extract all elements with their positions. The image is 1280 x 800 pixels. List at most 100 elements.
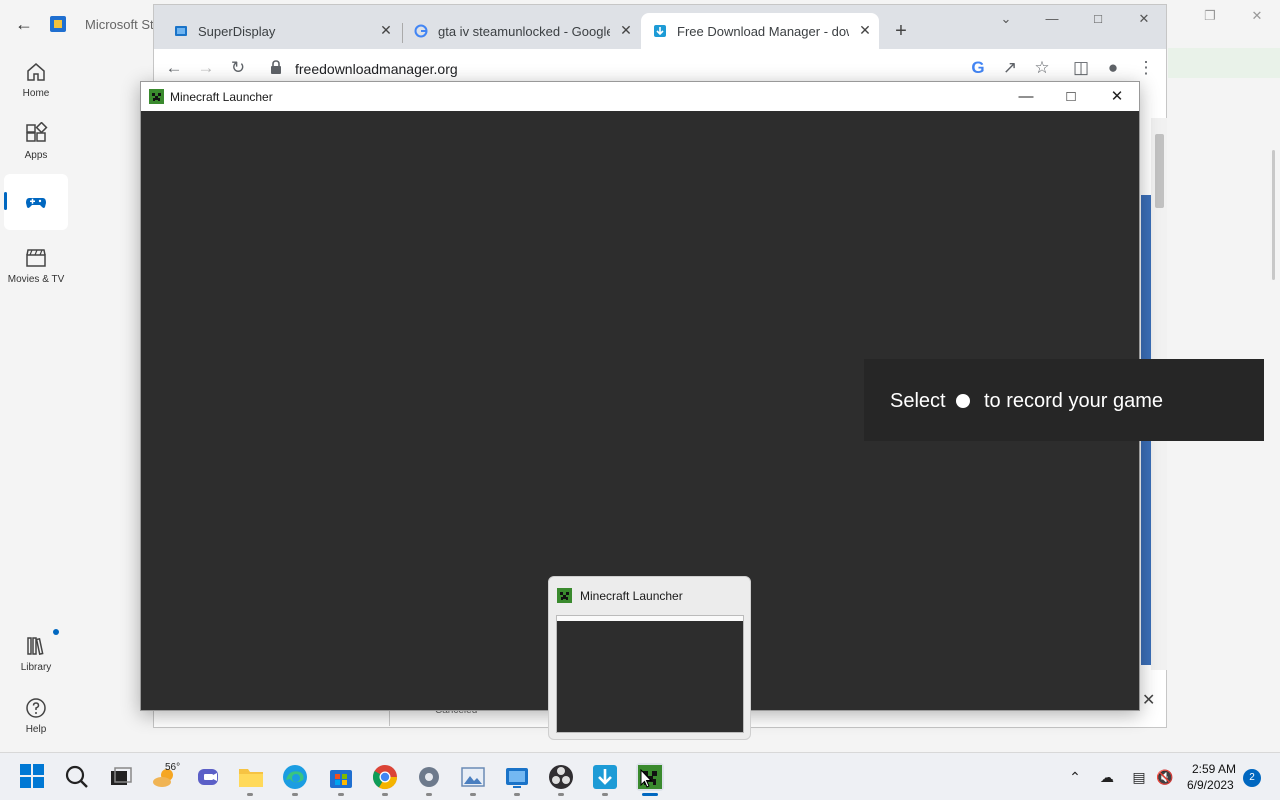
back-arrow-icon[interactable]: ←: [12, 12, 36, 36]
library-icon: [24, 634, 48, 658]
home-icon: [24, 60, 48, 84]
clock-time[interactable]: 2:59 AM: [1192, 762, 1236, 776]
running-indicator: [558, 793, 564, 796]
nav-movies-label: Movies & TV: [7, 274, 65, 285]
file-explorer-icon[interactable]: [237, 763, 265, 791]
minecraft-titlebar: Minecraft Launcher — □ ✕: [141, 82, 1139, 111]
running-indicator: [470, 793, 476, 796]
tab-title: SuperDisplay: [198, 24, 276, 39]
tab-close-icon[interactable]: ✕: [618, 22, 634, 38]
mouse-cursor-icon: [640, 769, 652, 788]
gamepad-icon: [24, 190, 48, 214]
minecraft-icon: [149, 89, 164, 104]
apps-icon: [24, 121, 48, 146]
nav-movies-tv[interactable]: Movies & TV: [4, 240, 68, 298]
nav-library-label: Library: [20, 662, 52, 673]
obs-studio-icon[interactable]: [547, 763, 575, 791]
thumbnail-title: Minecraft Launcher: [580, 589, 683, 603]
forward-arrow-icon[interactable]: →: [194, 56, 218, 80]
superdisplay-icon[interactable]: [503, 763, 531, 791]
clock-date[interactable]: 6/9/2023: [1187, 778, 1234, 792]
page-divider: [389, 710, 390, 726]
scrollbar-thumb[interactable]: [1155, 134, 1164, 208]
fdm-icon: [653, 24, 667, 38]
running-indicator: [292, 793, 298, 796]
task-view-icon[interactable]: [107, 763, 135, 791]
nav-help[interactable]: Help: [4, 690, 68, 748]
chrome-icon[interactable]: [371, 763, 399, 791]
tab-title: Free Download Manager - down: [677, 24, 849, 39]
active-window-indicator: [642, 793, 658, 796]
tab-title: gta iv steamunlocked - Google S: [438, 24, 610, 39]
window-title: Minecraft Launcher: [170, 90, 273, 104]
photos-icon[interactable]: [459, 763, 487, 791]
thumbnail-preview[interactable]: [556, 615, 744, 733]
edge-browser-icon[interactable]: [281, 763, 309, 791]
back-arrow-icon[interactable]: ←: [162, 56, 186, 80]
network-icon[interactable]: ▤: [1130, 768, 1148, 786]
start-windows-icon[interactable]: [19, 763, 47, 791]
close-icon[interactable]: ✕: [1245, 8, 1269, 28]
profile-avatar-icon[interactable]: ●: [1101, 56, 1125, 80]
free-download-manager-icon[interactable]: [591, 763, 619, 791]
reload-icon[interactable]: ↻: [226, 56, 250, 80]
close-icon[interactable]: ✕: [1132, 11, 1156, 31]
restore-icon[interactable]: ❐: [1198, 8, 1222, 28]
minecraft-icon: [557, 588, 572, 603]
clapperboard-icon: [24, 246, 48, 270]
close-icon[interactable]: ✕: [1105, 86, 1129, 108]
record-game-toast: Select to record your game: [864, 359, 1264, 441]
running-indicator: [602, 793, 608, 796]
minimize-icon[interactable]: —: [1014, 86, 1038, 108]
weather-temperature: 56°: [165, 762, 181, 773]
nav-apps-label: Apps: [24, 150, 48, 161]
google-translate-icon[interactable]: G: [966, 56, 990, 80]
lock-icon: [270, 60, 282, 74]
teams-chat-icon[interactable]: [195, 763, 223, 791]
microsoft-store-logo-icon: [50, 16, 66, 32]
running-indicator: [514, 793, 520, 796]
chevron-up-icon[interactable]: ⌃: [1066, 768, 1084, 786]
store-scrollbar[interactable]: [1272, 150, 1275, 280]
settings-gear-icon[interactable]: [415, 763, 443, 791]
tab-free-download-manager[interactable]: Free Download Manager - down ✕: [641, 13, 879, 49]
share-icon[interactable]: ↗: [998, 56, 1022, 80]
store-nav: Home Apps Movies & TV Library Help: [0, 48, 72, 752]
tab-search-chevron-icon[interactable]: ⌄: [994, 11, 1018, 31]
record-dot-icon: [956, 394, 970, 408]
notification-badge[interactable]: 2: [1243, 769, 1261, 787]
maximize-icon[interactable]: □: [1086, 11, 1110, 31]
running-indicator: [426, 793, 432, 796]
volume-muted-icon[interactable]: 🔇: [1156, 768, 1174, 786]
nav-active-indicator: [4, 192, 7, 210]
store-banner: [1168, 48, 1280, 78]
new-tab-plus-icon[interactable]: +: [889, 19, 913, 43]
nav-home[interactable]: Home: [4, 54, 68, 112]
nav-apps[interactable]: Apps: [4, 116, 68, 174]
tab-close-icon[interactable]: ✕: [378, 22, 394, 38]
taskbar-thumbnail[interactable]: Minecraft Launcher: [548, 576, 751, 740]
running-indicator: [382, 793, 388, 796]
store-title: Microsoft Sto: [85, 17, 161, 32]
search-icon[interactable]: [63, 763, 91, 791]
running-indicator: [247, 793, 253, 796]
onedrive-cloud-icon[interactable]: ☁: [1098, 768, 1116, 786]
minimize-icon[interactable]: —: [1040, 11, 1064, 31]
superdisplay-icon: [174, 24, 188, 38]
microsoft-store-icon[interactable]: [327, 763, 355, 791]
bookmark-star-icon[interactable]: ☆: [1030, 56, 1054, 80]
tab-google-search[interactable]: gta iv steamunlocked - Google S ✕: [402, 13, 640, 49]
tab-superdisplay[interactable]: SuperDisplay ✕: [162, 13, 400, 49]
side-panel-icon[interactable]: ◫: [1069, 56, 1093, 80]
close-icon[interactable]: ✕: [1142, 690, 1155, 710]
nav-home-label: Home: [22, 88, 50, 99]
toast-suffix: to record your game: [984, 390, 1163, 412]
toast-prefix: Select: [890, 390, 946, 412]
tab-close-icon[interactable]: ✕: [857, 22, 873, 38]
address-bar[interactable]: freedownloadmanager.org: [260, 54, 976, 82]
nav-help-label: Help: [25, 724, 47, 735]
maximize-icon[interactable]: □: [1059, 86, 1083, 108]
more-menu-icon[interactable]: ⋮: [1134, 56, 1158, 80]
nav-gaming[interactable]: [4, 174, 68, 230]
nav-library[interactable]: Library: [4, 628, 68, 686]
